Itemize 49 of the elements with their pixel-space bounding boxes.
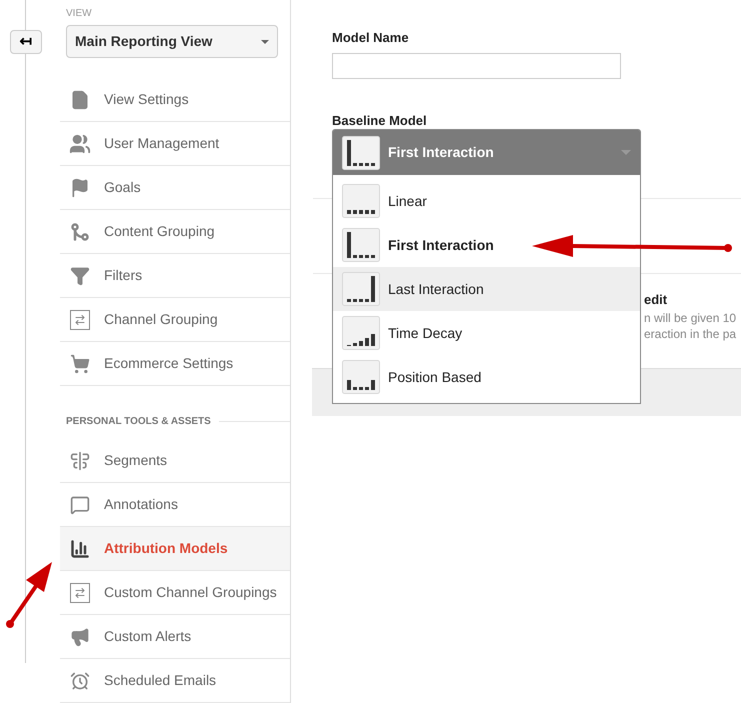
section-heading: edit [644,291,668,309]
view-dropdown[interactable]: Main Reporting View [66,25,278,58]
view-label: VIEW [66,7,93,21]
segments-icon [70,450,90,470]
arrows-box-icon [70,582,90,602]
sidebar-item[interactable]: Custom Channel Groupings [60,571,290,615]
model-chart-icon [342,136,380,170]
caret-icon [621,150,631,155]
bar-chart-icon [70,538,90,558]
cart-icon [70,354,90,374]
model-chart-icon [342,184,380,218]
description-text: n will be given 10 [644,310,736,326]
sidebar-item[interactable]: Goals [60,166,290,210]
sidebar-item[interactable]: Filters [60,254,290,298]
dropdown-option[interactable]: First Interaction [333,223,640,267]
model-name-field[interactable] [332,52,621,78]
sidebar-item[interactable]: Ecommerce Settings [60,342,290,386]
document-icon [70,90,90,110]
back-button[interactable]: ↤ [10,30,42,54]
sidebar-item[interactable]: User Management [60,122,290,166]
sidebar-item[interactable]: Custom Alerts [60,615,290,659]
dropdown-option[interactable]: Time Decay [333,311,640,355]
sidebar-item[interactable]: View Settings [60,78,290,122]
sidebar-item[interactable]: Channel Grouping [60,298,290,342]
alarm-clock-icon [70,670,90,690]
model-chart-icon [342,272,380,306]
users-icon [69,132,91,154]
section-title: PERSONAL TOOLS & ASSETS [66,415,211,429]
sidebar-item[interactable]: Content Grouping [60,210,290,254]
caret-icon [261,40,269,44]
filter-icon [70,266,90,286]
arrows-box-icon [70,310,90,330]
dropdown-option[interactable]: Last Interaction [333,267,640,311]
dropdown-option[interactable]: Linear [333,179,640,223]
merge-icon [70,222,90,242]
sidebar-item[interactable]: Scheduled Emails [60,659,290,703]
description-text: eraction in the pa [644,326,736,342]
flag-icon [70,178,90,198]
megaphone-icon [70,626,90,646]
comment-icon [70,494,90,514]
baseline-dropdown[interactable]: First Interaction [333,130,640,175]
field-label: Model Name [332,29,410,47]
sidebar-item[interactable]: Segments [60,439,290,483]
field-label: Baseline Model [332,112,428,130]
model-chart-icon [342,228,380,262]
model-chart-icon [342,316,380,350]
model-chart-icon [342,360,380,394]
sidebar-item[interactable]: Attribution Models [60,527,290,571]
dropdown-option[interactable]: Position Based [333,355,640,399]
